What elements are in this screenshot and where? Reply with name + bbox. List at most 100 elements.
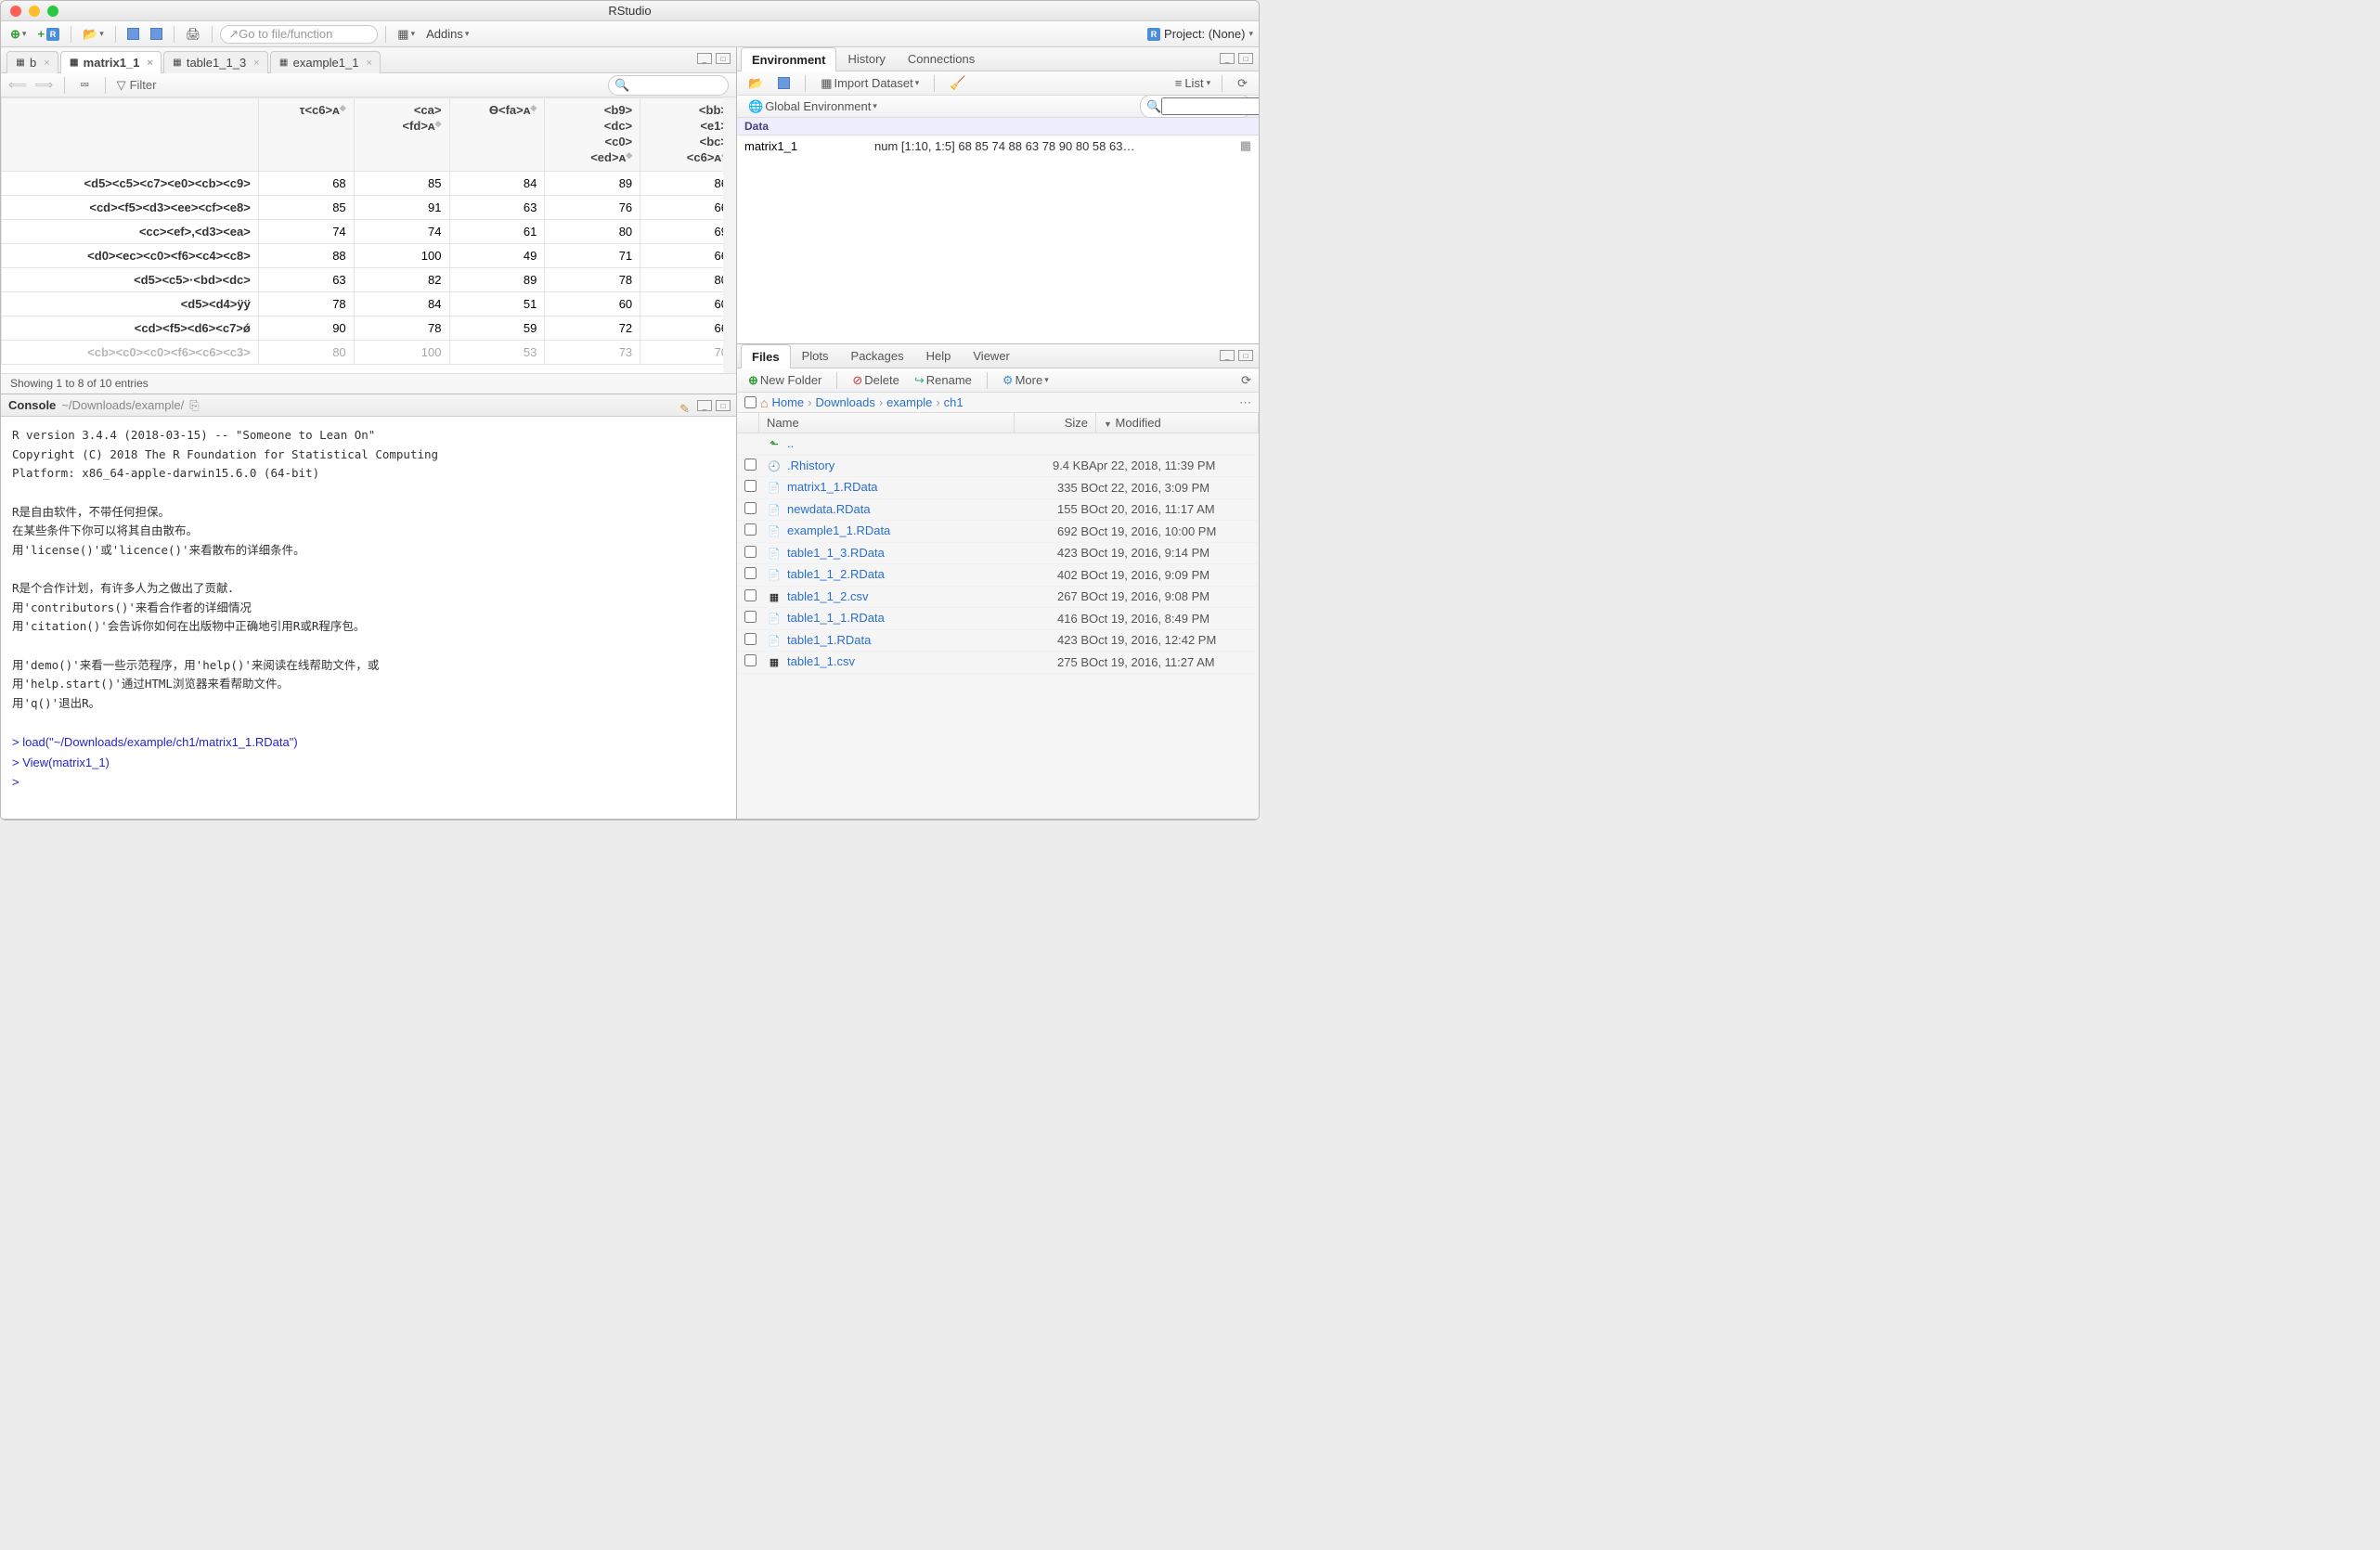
refresh-files-button[interactable]: ⟳: [1241, 373, 1251, 388]
popout-button[interactable]: ⮹: [76, 76, 93, 95]
file-row[interactable]: 📄table1_1_2.RData402 BOct 19, 2016, 9:09…: [737, 564, 1259, 587]
minimize-window-button[interactable]: [29, 6, 40, 17]
import-dataset-button[interactable]: ▦ Import Dataset ▾: [817, 74, 923, 93]
table-row[interactable]: <d5><c5><c7><e0><cb><c9>6885848986: [2, 171, 736, 195]
col-modified[interactable]: ▼ Modified: [1096, 413, 1259, 433]
crumb-downloads[interactable]: Downloads: [816, 395, 875, 409]
minimize-pane-button[interactable]: _: [697, 400, 712, 411]
file-name[interactable]: matrix1_1.RData: [787, 480, 878, 494]
env-scope-button[interactable]: 🌐 Global Environment ▾: [744, 97, 881, 116]
load-workspace-button[interactable]: 📂: [744, 74, 767, 93]
up-folder-row[interactable]: ⬑..: [737, 433, 1259, 456]
file-name[interactable]: example1_1.RData: [787, 523, 890, 537]
project-menu[interactable]: R Project: (None) ▾: [1147, 27, 1253, 41]
print-button[interactable]: 🖨: [182, 25, 205, 44]
file-name[interactable]: table1_1_2.csv: [787, 589, 868, 603]
column-header[interactable]: <bb><e1><bc><c6>ᴀ◆: [640, 98, 736, 172]
path-more-button[interactable]: ⋯: [1239, 395, 1251, 410]
more-button[interactable]: ⚙ More ▾: [999, 371, 1053, 390]
env-view-mode-button[interactable]: ≡ List ▾: [1175, 76, 1210, 90]
env-search-input[interactable]: 🔍: [1140, 95, 1251, 118]
file-checkbox[interactable]: [744, 480, 757, 492]
column-header[interactable]: Ѳ<fa>ᴀ◆: [449, 98, 545, 172]
vertical-scrollbar[interactable]: [723, 97, 736, 373]
file-checkbox[interactable]: [744, 633, 757, 645]
delete-button[interactable]: ⊘ Delete: [848, 371, 902, 390]
file-row[interactable]: 📄example1_1.RData692 BOct 19, 2016, 10:0…: [737, 521, 1259, 543]
clear-console-button[interactable]: ✎: [676, 400, 693, 419]
console-popout-icon[interactable]: ⎘: [189, 398, 199, 413]
minimize-pane-button[interactable]: _: [697, 53, 712, 64]
table-row[interactable]: <d5><c5>·<bd><dc>6382897880: [2, 267, 736, 291]
maximize-pane-button[interactable]: □: [716, 53, 731, 64]
file-row[interactable]: ▦table1_1.csv275 BOct 19, 2016, 11:27 AM: [737, 652, 1259, 674]
save-workspace-button[interactable]: [774, 75, 794, 91]
file-checkbox[interactable]: [744, 523, 757, 536]
crumb-home[interactable]: Home: [771, 395, 804, 409]
minimize-pane-button[interactable]: _: [1220, 350, 1235, 361]
goto-file-input[interactable]: ↗ Go to file/function: [220, 25, 378, 44]
file-name[interactable]: table1_1.RData: [787, 633, 871, 647]
file-checkbox[interactable]: [744, 502, 757, 514]
new-folder-button[interactable]: ⊕ New Folder: [744, 371, 825, 390]
table-row[interactable]: <cd><f5><d6><c7>ǿ9078597266: [2, 316, 736, 340]
tab-plots[interactable]: Plots: [791, 343, 840, 368]
env-variable-row[interactable]: matrix1_1 num [1:10, 1:5] 68 85 74 88 63…: [737, 136, 1259, 156]
addins-menu[interactable]: Addins ▾: [422, 25, 472, 43]
file-checkbox[interactable]: [744, 546, 757, 558]
file-row[interactable]: 🕘.Rhistory9.4 KBApr 22, 2018, 11:39 PM: [737, 456, 1259, 478]
column-header[interactable]: τ<c6>ᴀ◆: [258, 98, 354, 172]
new-project-button[interactable]: +R: [33, 25, 63, 43]
file-checkbox[interactable]: [744, 567, 757, 579]
view-data-icon[interactable]: ▦: [1240, 138, 1251, 153]
file-row[interactable]: ▦table1_1_2.csv267 BOct 19, 2016, 9:08 P…: [737, 587, 1259, 609]
close-tab-icon[interactable]: ×: [147, 58, 152, 69]
forward-button[interactable]: ⟹: [34, 77, 53, 93]
tab-viewer[interactable]: Viewer: [962, 343, 1021, 368]
file-checkbox[interactable]: [744, 589, 757, 601]
column-header[interactable]: <b9><dc><c0><ed>ᴀ◆: [545, 98, 640, 172]
tab-matrix1-1[interactable]: ▦matrix1_1×: [60, 51, 162, 73]
maximize-pane-button[interactable]: □: [1238, 350, 1253, 361]
close-window-button[interactable]: [10, 6, 21, 17]
back-button[interactable]: ⟸: [8, 77, 27, 93]
file-row[interactable]: 📄matrix1_1.RData335 BOct 22, 2016, 3:09 …: [737, 477, 1259, 499]
tab-history[interactable]: History: [836, 46, 896, 71]
table-row[interactable]: <cb><c0><c0><f6><c6><c3>80100537370: [2, 340, 736, 364]
select-all-checkbox[interactable]: [744, 396, 757, 408]
file-row[interactable]: 📄table1_1_3.RData423 BOct 19, 2016, 9:14…: [737, 543, 1259, 565]
grid-button[interactable]: ▦▾: [394, 25, 419, 44]
close-tab-icon[interactable]: ×: [366, 58, 371, 69]
file-checkbox[interactable]: [744, 459, 757, 471]
maximize-pane-button[interactable]: □: [1238, 53, 1253, 64]
new-file-button[interactable]: ⊕▾: [6, 25, 30, 44]
refresh-button[interactable]: ⟳: [1234, 74, 1251, 93]
table-row[interactable]: <cd><f5><d3><ee><cf><e8>8591637666: [2, 195, 736, 219]
rename-button[interactable]: ↪ Rename: [911, 371, 976, 390]
minimize-pane-button[interactable]: _: [1220, 53, 1235, 64]
file-name[interactable]: table1_1.csv: [787, 654, 855, 668]
tab-packages[interactable]: Packages: [840, 343, 915, 368]
file-row[interactable]: 📄table1_1_1.RData416 BOct 19, 2016, 8:49…: [737, 608, 1259, 630]
tab-help[interactable]: Help: [915, 343, 963, 368]
close-tab-icon[interactable]: ×: [44, 58, 49, 69]
save-all-button[interactable]: [147, 26, 166, 42]
column-header[interactable]: <ca><fd>ᴀ◆: [354, 98, 449, 172]
console-body[interactable]: R version 3.4.4 (2018-03-15) -- "Someone…: [1, 417, 736, 819]
data-grid[interactable]: τ<c6>ᴀ◆<ca><fd>ᴀ◆Ѳ<fa>ᴀ◆<b9><dc><c0><ed>…: [1, 97, 736, 373]
close-tab-icon[interactable]: ×: [253, 58, 259, 69]
file-row[interactable]: 📄newdata.RData155 BOct 20, 2016, 11:17 A…: [737, 499, 1259, 522]
table-row[interactable]: <d5><d4>ÿÿ7884516060: [2, 291, 736, 316]
maximize-pane-button[interactable]: □: [716, 400, 731, 411]
file-checkbox[interactable]: [744, 611, 757, 623]
table-row[interactable]: <cc><ef>,<d3><ea>7474618069: [2, 219, 736, 243]
save-button[interactable]: [123, 26, 143, 42]
file-name[interactable]: newdata.RData: [787, 502, 871, 516]
crumb-example[interactable]: example: [886, 395, 932, 409]
tab-connections[interactable]: Connections: [897, 46, 986, 71]
zoom-window-button[interactable]: [47, 6, 58, 17]
file-checkbox[interactable]: [744, 654, 757, 666]
file-row[interactable]: 📄table1_1.RData423 BOct 19, 2016, 12:42 …: [737, 630, 1259, 652]
title-bar[interactable]: RStudio: [1, 1, 1259, 21]
clear-workspace-button[interactable]: 🧹: [946, 73, 969, 93]
